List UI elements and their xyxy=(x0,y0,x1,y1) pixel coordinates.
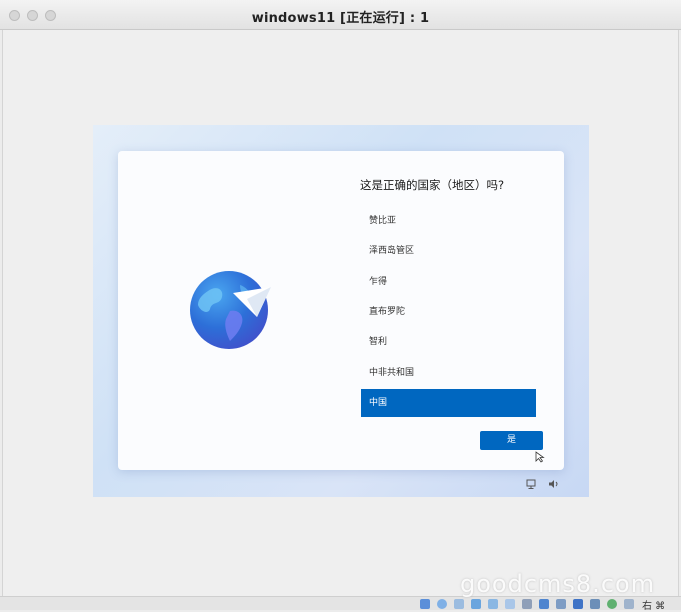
recording-icon[interactable] xyxy=(539,599,549,609)
country-option[interactable]: 赞比亚 xyxy=(361,207,536,235)
vm-status-bar: 右 ⌘ xyxy=(0,596,681,612)
volume-icon[interactable] xyxy=(548,479,560,489)
network-adapter-icon[interactable] xyxy=(471,599,481,609)
watermark: goodcms8.com xyxy=(460,570,656,598)
usb-icon[interactable] xyxy=(488,599,498,609)
mouse-integration-icon[interactable] xyxy=(590,599,600,609)
window-title: windows11 [正在运行] : 1 xyxy=(251,11,430,26)
display-icon[interactable] xyxy=(522,599,532,609)
audio-icon[interactable] xyxy=(454,599,464,609)
harddisk-icon[interactable] xyxy=(420,599,430,609)
paper-plane-icon xyxy=(233,287,271,317)
country-option[interactable]: 中非共和国 xyxy=(361,359,536,387)
yes-button[interactable]: 是 xyxy=(480,431,543,450)
mouse-cursor-icon xyxy=(535,451,545,463)
country-option[interactable]: 中国 xyxy=(361,388,536,417)
optical-drive-icon[interactable] xyxy=(437,599,447,609)
oobe-dialog: 这是正确的国家（地区）吗? 赞比亚 泽西岛管区乍得 直布罗陀 智利中非共和国 中国 是 xyxy=(118,151,564,470)
country-option[interactable]: 乍得 xyxy=(361,268,536,296)
status-icon[interactable] xyxy=(607,599,617,609)
network-icon[interactable] xyxy=(526,479,536,489)
shared-folder-icon[interactable] xyxy=(505,599,515,609)
cpu-icon[interactable] xyxy=(556,599,566,609)
country-option[interactable]: 智利 xyxy=(361,328,536,356)
vm-screen[interactable]: 这是正确的国家（地区）吗? 赞比亚 泽西岛管区乍得 直布罗陀 智利中非共和国 中国 是 xyxy=(93,125,589,497)
settings-icon[interactable] xyxy=(624,599,634,609)
region-question: 这是正确的国家（地区）吗? xyxy=(360,178,505,192)
keyboard-capture-icon[interactable] xyxy=(573,599,583,609)
country-option[interactable]: 泽西岛管区 xyxy=(361,237,536,265)
window-titlebar: windows11 [正在运行] : 1 xyxy=(0,0,681,30)
country-option[interactable]: 直布罗陀 xyxy=(361,298,536,326)
